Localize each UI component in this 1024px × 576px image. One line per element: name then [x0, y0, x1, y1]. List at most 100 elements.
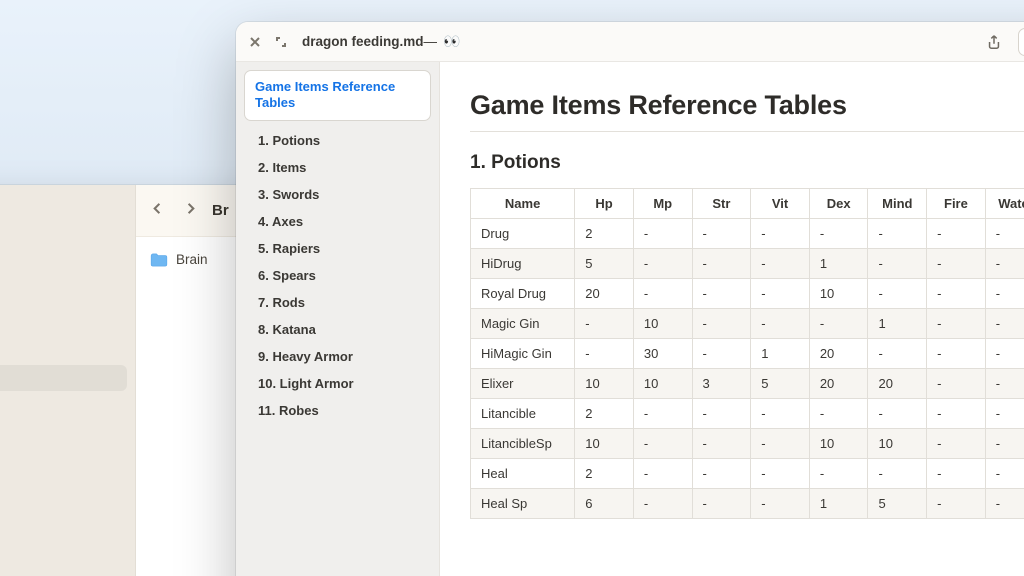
- finder-sidebar: vorites justinpotDesktopDownloadsApplica…: [0, 185, 135, 576]
- fullscreen-button[interactable]: [272, 33, 290, 51]
- toc-item[interactable]: 10. Light Armor: [244, 370, 431, 397]
- table-cell: -: [751, 489, 810, 519]
- toc-item[interactable]: 8. Katana: [244, 316, 431, 343]
- table-cell: -: [927, 309, 986, 339]
- share-button[interactable]: [980, 28, 1008, 56]
- toc-item[interactable]: 3. Swords: [244, 181, 431, 208]
- toc-title-card[interactable]: Game Items Reference Tables: [244, 70, 431, 121]
- table-cell: -: [692, 399, 751, 429]
- table-cell: Magic Gin: [471, 309, 575, 339]
- table-cell: 1: [809, 489, 868, 519]
- table-cell: 1: [751, 339, 810, 369]
- table-cell: -: [868, 279, 927, 309]
- sidebar-item[interactable]: iCloud Drive: [0, 391, 127, 417]
- table-cell: 2: [575, 399, 634, 429]
- table-cell: -: [692, 429, 751, 459]
- table-cell: -: [575, 309, 634, 339]
- table-cell: -: [692, 219, 751, 249]
- table-cell: -: [809, 459, 868, 489]
- table-cell: -: [927, 369, 986, 399]
- toc-item[interactable]: 11. Robes: [244, 397, 431, 424]
- quicklook-window: dragon feeding.md — 👀 Open with Tex Game…: [236, 22, 1024, 576]
- table-cell: -: [692, 249, 751, 279]
- table-cell: -: [633, 249, 692, 279]
- table-cell: -: [692, 459, 751, 489]
- table-cell: -: [751, 399, 810, 429]
- table-cell: -: [868, 459, 927, 489]
- table-cell: -: [927, 429, 986, 459]
- table-header-cell: Water: [985, 189, 1024, 219]
- table-row: Heal Sp6---15---: [471, 489, 1024, 519]
- table-cell: HiDrug: [471, 249, 575, 279]
- toc-item[interactable]: 6. Spears: [244, 262, 431, 289]
- table-cell: LitancibleSp: [471, 429, 575, 459]
- toc-item[interactable]: 4. Axes: [244, 208, 431, 235]
- sidebar-item[interactable]: Downloads: [0, 313, 127, 339]
- table-cell: -: [985, 369, 1024, 399]
- table-row: Heal2--------: [471, 459, 1024, 489]
- table-cell: -: [751, 459, 810, 489]
- table-cell: 30: [633, 339, 692, 369]
- quicklook-filename: dragon feeding.md: [302, 34, 424, 49]
- sidebar-item[interactable]: AirPot: [0, 501, 127, 527]
- toc-item[interactable]: 9. Heavy Armor: [244, 343, 431, 370]
- toc-item[interactable]: 7. Rods: [244, 289, 431, 316]
- table-cell: 1: [809, 249, 868, 279]
- close-button[interactable]: [246, 33, 264, 51]
- table-cell: -: [868, 249, 927, 279]
- table-cell: 10: [633, 309, 692, 339]
- table-row: HiMagic Gin-30-120---1: [471, 339, 1024, 369]
- table-row: LitancibleSp10---1010--2: [471, 429, 1024, 459]
- table-cell: -: [985, 249, 1024, 279]
- toc-item[interactable]: 2. Items: [244, 154, 431, 181]
- table-header-cell: Dex: [809, 189, 868, 219]
- table-cell: Litancible: [471, 399, 575, 429]
- toc-item[interactable]: 5. Rapiers: [244, 235, 431, 262]
- table-cell: 5: [575, 249, 634, 279]
- table-cell: 10: [809, 429, 868, 459]
- sidebar-item[interactable]: justinpot: [0, 261, 127, 287]
- sidebar-item[interactable]: Desktop: [0, 287, 127, 313]
- table-cell: -: [985, 309, 1024, 339]
- toc-sidebar[interactable]: Game Items Reference Tables 1. Potions2.…: [236, 62, 440, 576]
- sidebar-item[interactable]: AirDrop: [0, 417, 127, 443]
- table-cell: -: [575, 339, 634, 369]
- table-cell: Heal Sp: [471, 489, 575, 519]
- sidebar-item[interactable]: Documents: [0, 365, 127, 391]
- forward-button[interactable]: [183, 201, 198, 221]
- table-row: Drug2--------: [471, 219, 1024, 249]
- table-cell: -: [751, 249, 810, 279]
- sidebar-item[interactable]: Applications: [0, 339, 127, 365]
- sidebar-item[interactable]: Macintosh HD: [0, 527, 127, 553]
- table-cell: -: [985, 339, 1024, 369]
- table-row: Royal Drug20---10---2: [471, 279, 1024, 309]
- table-cell: 1: [868, 309, 927, 339]
- table-cell: 10: [575, 369, 634, 399]
- table-cell: -: [633, 219, 692, 249]
- table-cell: -: [692, 339, 751, 369]
- sidebar-section-header: vorites: [0, 229, 135, 261]
- table-cell: -: [927, 219, 986, 249]
- quicklook-titlebar[interactable]: dragon feeding.md — 👀 Open with Tex: [236, 22, 1024, 62]
- table-cell: -: [927, 279, 986, 309]
- table-cell: -: [633, 429, 692, 459]
- table-cell: -: [751, 429, 810, 459]
- table-cell: 10: [633, 369, 692, 399]
- eyes-icon: 👀: [443, 33, 460, 50]
- sidebar-item[interactable]: Recents: [0, 443, 127, 469]
- table-cell: -: [927, 459, 986, 489]
- toc-title: Game Items Reference Tables: [255, 79, 420, 112]
- document-content[interactable]: Game Items Reference Tables 1. Potions N…: [440, 62, 1024, 576]
- table-cell: -: [985, 399, 1024, 429]
- table-cell: -: [809, 399, 868, 429]
- section-heading: 1. Potions: [470, 152, 1024, 174]
- table-cell: -: [692, 489, 751, 519]
- folder-label: Brain: [176, 252, 208, 267]
- back-button[interactable]: [150, 201, 165, 221]
- toc-item[interactable]: 1. Potions: [244, 127, 431, 154]
- table-cell: -: [985, 429, 1024, 459]
- table-cell: -: [633, 459, 692, 489]
- page-title: Game Items Reference Tables: [470, 90, 1024, 132]
- table-cell: 3: [692, 369, 751, 399]
- open-with-button[interactable]: Open with Tex: [1018, 28, 1024, 56]
